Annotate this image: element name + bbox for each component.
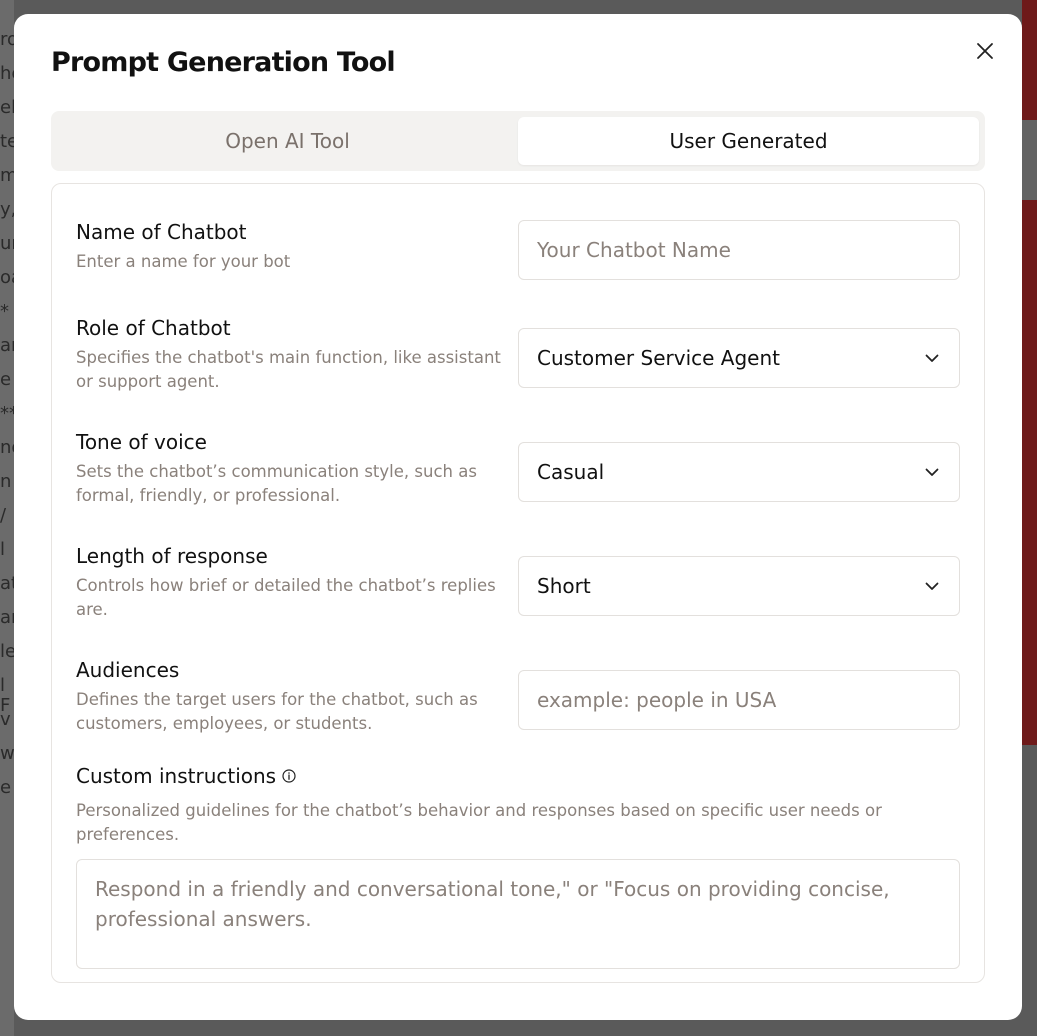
prompt-generation-modal: Prompt Generation Tool Open AI Tool User… [14, 14, 1022, 1020]
background-text-fragment: / [0, 505, 7, 526]
name-label: Name of Chatbot [76, 220, 247, 244]
background-text-fragment: l [0, 539, 6, 560]
tab-user-generated[interactable]: User Generated [518, 117, 979, 165]
tab-bar: Open AI Tool User Generated [51, 111, 985, 171]
close-button[interactable] [972, 38, 998, 64]
background-text-fragment: he [0, 63, 14, 84]
close-icon [977, 43, 993, 59]
role-label: Role of Chatbot [76, 316, 231, 340]
audiences-input[interactable] [518, 670, 960, 730]
background-text-fragment: ar [0, 607, 14, 628]
background-text-fragment: ur [0, 233, 14, 254]
tab-open-ai-tool[interactable]: Open AI Tool [57, 117, 518, 165]
tone-description: Sets the chatbot’s communication style, … [76, 462, 477, 505]
background-text-fragment: at [0, 573, 14, 594]
background-text-fragment: no [0, 437, 14, 458]
background-text-fragment: w [0, 743, 14, 764]
background-text-fragment: eh [0, 97, 14, 118]
length-label: Length of response [76, 544, 268, 568]
chatbot-name-input[interactable] [518, 220, 960, 280]
background-right-panel [1022, 0, 1037, 120]
chevron-down-icon [925, 354, 939, 362]
role-select[interactable]: Customer Service Agent [518, 328, 960, 388]
background-right-panel-lower [1022, 200, 1037, 745]
role-selected-value: Customer Service Agent [537, 346, 780, 370]
tone-select[interactable]: Casual [518, 442, 960, 502]
length-select[interactable]: Short [518, 556, 960, 616]
custom-instructions-textarea[interactable] [76, 859, 960, 969]
background-text-fragment: ** [0, 403, 14, 424]
background-right-divider [1022, 120, 1037, 200]
background-text-fragment: m [0, 165, 14, 186]
background-left-strip: roheehtemy,uroa*are**non/latarlel Fvwe [0, 0, 14, 1036]
tone-selected-value: Casual [537, 460, 605, 484]
background-text-fragment: ar [0, 335, 14, 356]
background-text-fragment: e [0, 777, 12, 798]
background-text-fragment: n [0, 471, 12, 492]
tone-label: Tone of voice [76, 430, 207, 454]
chevron-down-icon [925, 468, 939, 476]
name-description: Enter a name for your bot [76, 252, 291, 271]
chevron-down-icon [925, 582, 939, 590]
custom-instructions-label-text: Custom instructions [76, 764, 277, 788]
background-text-fragment: oa [0, 267, 14, 288]
form-card: Name of Chatbot Enter a name for your bo… [51, 183, 985, 983]
custom-instructions-label: Custom instructions [76, 764, 296, 788]
background-text-fragment: ro [0, 29, 14, 50]
background-text-fragment: y, [0, 199, 14, 220]
custom-instructions-description: Personalized guidelines for the chatbot’… [76, 801, 882, 844]
background-text-fragment: v [0, 709, 11, 730]
role-description: Specifies the chatbot's main function, l… [76, 348, 501, 391]
background-text-fragment: * [0, 301, 9, 322]
length-selected-value: Short [537, 574, 591, 598]
background-text-fragment: te [0, 131, 14, 152]
length-description: Controls how brief or detailed the chatb… [76, 576, 496, 619]
modal-title: Prompt Generation Tool [51, 47, 396, 78]
audiences-description: Defines the target users for the chatbot… [76, 690, 478, 733]
audiences-label: Audiences [76, 658, 180, 682]
background-text-fragment: e [0, 369, 12, 390]
info-icon[interactable] [282, 768, 296, 783]
background-text-fragment: le [0, 641, 14, 662]
